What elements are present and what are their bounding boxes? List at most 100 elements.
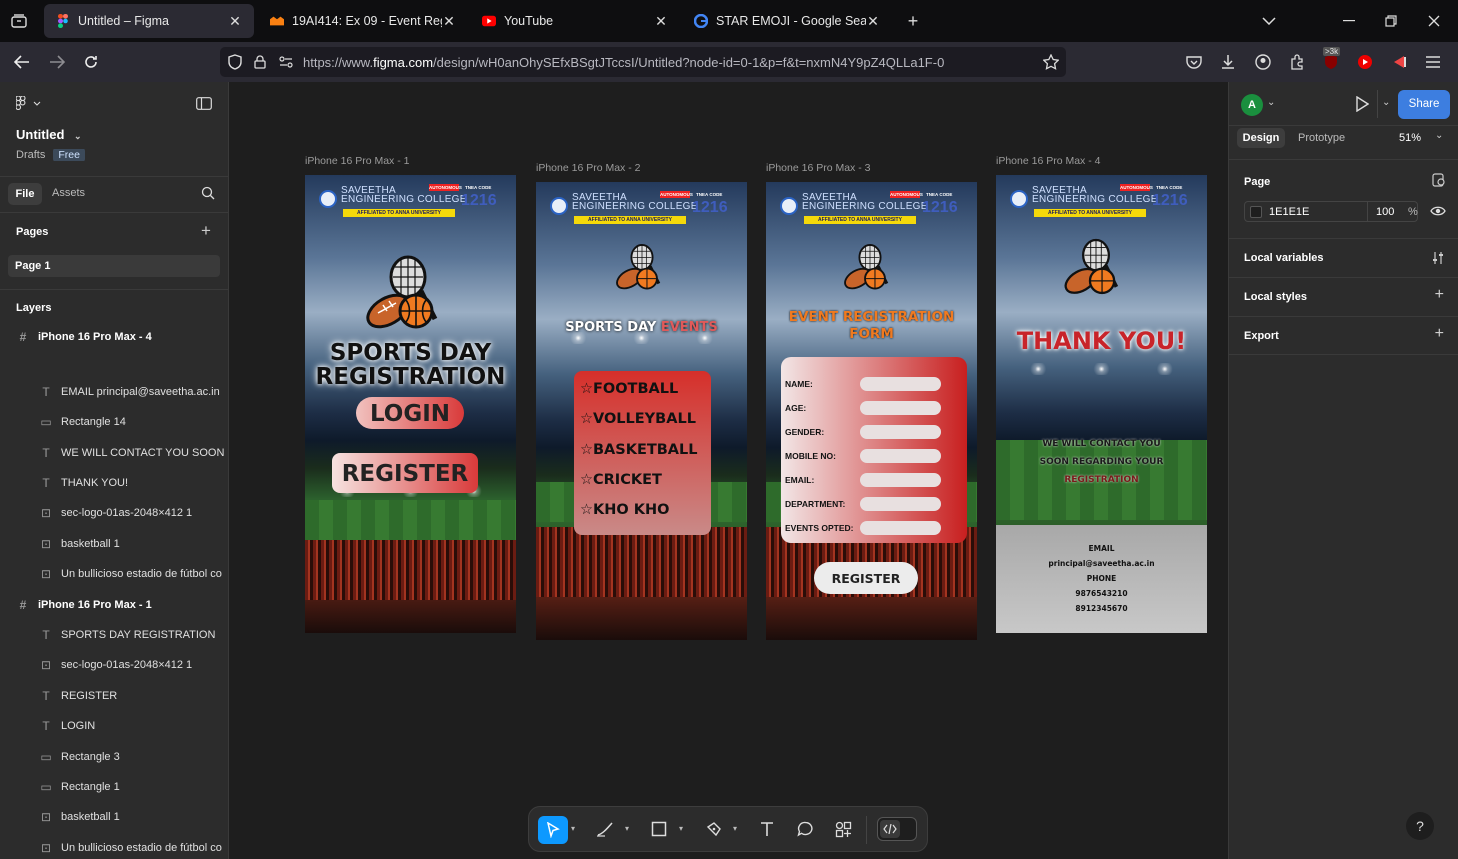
- frame-iphone-1[interactable]: SAVEETHA ENGINEERING COLLEGE AFFILIATED TO…: [305, 175, 516, 633]
- layer-item[interactable]: T REGISTER: [0, 681, 228, 711]
- form-field-input[interactable]: [860, 521, 941, 535]
- local-styles-section[interactable]: Local styles +: [1229, 277, 1458, 316]
- close-icon[interactable]: ✕: [228, 13, 242, 30]
- search-icon[interactable]: [201, 186, 215, 200]
- window-close-icon[interactable]: [1425, 12, 1443, 30]
- chevron-down-icon[interactable]: ▾: [571, 824, 575, 833]
- form-field-input[interactable]: [860, 425, 941, 439]
- comment-tool-icon[interactable]: [793, 817, 817, 841]
- url-text[interactable]: https://www.figma.com/design/wH0anOhySEf…: [303, 55, 1043, 70]
- chevron-down-icon[interactable]: ▾: [679, 824, 683, 833]
- form-field-input[interactable]: [860, 377, 941, 391]
- layer-item[interactable]: ⊡ sec-logo-01as-2048×412 1: [0, 498, 228, 528]
- layer-item[interactable]: ⊡ basketball 1: [0, 529, 228, 559]
- rectangle-tool-icon[interactable]: [647, 817, 671, 841]
- opacity-value[interactable]: 100: [1376, 206, 1394, 218]
- tab-figma[interactable]: Untitled – Figma ✕: [44, 4, 254, 38]
- layer-item[interactable]: T LOGIN: [0, 711, 228, 741]
- form-field-input[interactable]: [860, 497, 941, 511]
- draw-pencil-icon[interactable]: [593, 817, 617, 841]
- add-export-icon[interactable]: +: [1435, 325, 1444, 343]
- chevron-down-icon[interactable]: ▾: [625, 824, 629, 833]
- export-section[interactable]: Export +: [1229, 316, 1458, 355]
- visibility-eye-icon[interactable]: [1430, 205, 1446, 217]
- extensions-icon[interactable]: [1287, 52, 1307, 72]
- frame-iphone-2[interactable]: SAVEETHA ENGINEERING COLLEGE AFFILIATED TO…: [536, 182, 747, 640]
- tab-prototype[interactable]: Prototype: [1298, 132, 1345, 144]
- help-button[interactable]: ?: [1406, 812, 1434, 840]
- minimize-icon[interactable]: [1340, 12, 1358, 30]
- tab-file[interactable]: File: [8, 183, 42, 205]
- lock-icon[interactable]: [250, 52, 270, 72]
- chevron-down-icon[interactable]: ⌄: [74, 131, 82, 141]
- chevron-down-icon[interactable]: ⌄: [1435, 130, 1443, 141]
- frame-label[interactable]: iPhone 16 Pro Max - 3: [766, 162, 870, 174]
- tab-moodle[interactable]: 19AI414: Ex 09 - Event Registra ✕: [258, 4, 468, 38]
- add-page-icon[interactable]: +: [201, 221, 211, 241]
- form-field-input[interactable]: [860, 473, 941, 487]
- design-canvas[interactable]: iPhone 16 Pro Max - 1 iPhone 16 Pro Max …: [229, 82, 1228, 859]
- close-icon[interactable]: ✕: [866, 13, 880, 30]
- dev-mode-toggle[interactable]: [877, 817, 917, 841]
- menu-icon[interactable]: [1423, 52, 1443, 72]
- account-icon[interactable]: [1253, 52, 1273, 72]
- frame-iphone-4[interactable]: SAVEETHA ENGINEERING COLLEGE AFFILIATED TO…: [996, 175, 1207, 633]
- figma-menu-icon[interactable]: [16, 96, 42, 110]
- frame-label[interactable]: iPhone 16 Pro Max - 4: [996, 155, 1100, 167]
- layer-item[interactable]: ▭ Rectangle 3: [0, 742, 228, 772]
- reload-icon[interactable]: [81, 52, 101, 72]
- shield-icon[interactable]: [225, 52, 245, 72]
- form-register-button[interactable]: REGISTER: [814, 562, 918, 594]
- sidebar-extension-icon[interactable]: [1390, 52, 1410, 72]
- styles-icon[interactable]: [1432, 173, 1446, 187]
- login-button[interactable]: LOGIN: [356, 397, 464, 429]
- close-icon[interactable]: ✕: [654, 13, 668, 30]
- restore-icon[interactable]: [1382, 12, 1400, 30]
- layer-frame[interactable]: # iPhone 16 Pro Max - 1: [0, 590, 228, 620]
- file-name[interactable]: Untitled ⌄: [16, 127, 244, 142]
- zoom-level[interactable]: 51%: [1399, 132, 1421, 144]
- layer-frame[interactable]: # iPhone 16 Pro Max - 4: [0, 327, 228, 347]
- layer-item[interactable]: ▭ Rectangle 1: [0, 772, 228, 802]
- local-variables-section[interactable]: Local variables: [1229, 238, 1458, 277]
- frame-label[interactable]: iPhone 16 Pro Max - 2: [536, 162, 640, 174]
- background-color-field[interactable]: 1E1E1E 100 %: [1244, 201, 1418, 222]
- share-button[interactable]: Share: [1398, 90, 1450, 119]
- form-field-input[interactable]: [860, 401, 941, 415]
- ublock-icon[interactable]: >3k: [1321, 47, 1341, 72]
- register-button[interactable]: REGISTER: [332, 453, 478, 493]
- pocket-icon[interactable]: [1184, 52, 1204, 72]
- new-tab-icon[interactable]: +: [904, 11, 922, 31]
- layer-item[interactable]: ▭ Rectangle 14: [0, 407, 228, 437]
- form-field-input[interactable]: [860, 449, 941, 463]
- sidebar-toggle-icon[interactable]: [196, 97, 212, 110]
- close-icon[interactable]: ✕: [442, 13, 456, 30]
- tab-youtube[interactable]: YouTube ✕: [470, 4, 680, 38]
- pen-tool-icon[interactable]: [702, 817, 726, 841]
- youtube-extension-icon[interactable]: [1355, 52, 1375, 72]
- layer-item[interactable]: T SPORTS DAY REGISTRATION: [0, 620, 228, 650]
- present-play-icon[interactable]: [1355, 96, 1369, 112]
- user-avatar[interactable]: A: [1241, 94, 1263, 116]
- layer-item[interactable]: T WE WILL CONTACT YOU SOON R: [0, 438, 228, 468]
- chevron-down-icon[interactable]: ⌄: [1267, 97, 1275, 108]
- layer-item[interactable]: T THANK YOU!: [0, 468, 228, 498]
- forward-icon[interactable]: [47, 52, 67, 72]
- page-item[interactable]: Page 1: [8, 255, 220, 277]
- permissions-icon[interactable]: [276, 52, 296, 72]
- tab-overview-icon[interactable]: [10, 12, 28, 30]
- actions-tool-icon[interactable]: [831, 817, 855, 841]
- chevron-down-icon[interactable]: [1260, 12, 1278, 30]
- text-tool-icon[interactable]: [755, 817, 779, 841]
- color-hex[interactable]: 1E1E1E: [1269, 206, 1309, 218]
- back-icon[interactable]: [12, 52, 32, 72]
- address-bar[interactable]: https://www.figma.com/design/wH0anOhySEf…: [220, 47, 1066, 77]
- layer-item[interactable]: ⊡ basketball 1: [0, 802, 228, 832]
- frame-label[interactable]: iPhone 16 Pro Max - 1: [305, 155, 409, 167]
- layer-item[interactable]: ⊡ Un bullicioso estadio de fútbol co: [0, 559, 228, 589]
- bookmark-star-icon[interactable]: [1041, 52, 1061, 72]
- tab-assets[interactable]: Assets: [52, 187, 85, 199]
- chevron-down-icon[interactable]: ⌄: [1382, 97, 1390, 108]
- move-tool-icon[interactable]: [538, 816, 568, 844]
- color-swatch[interactable]: [1250, 206, 1262, 218]
